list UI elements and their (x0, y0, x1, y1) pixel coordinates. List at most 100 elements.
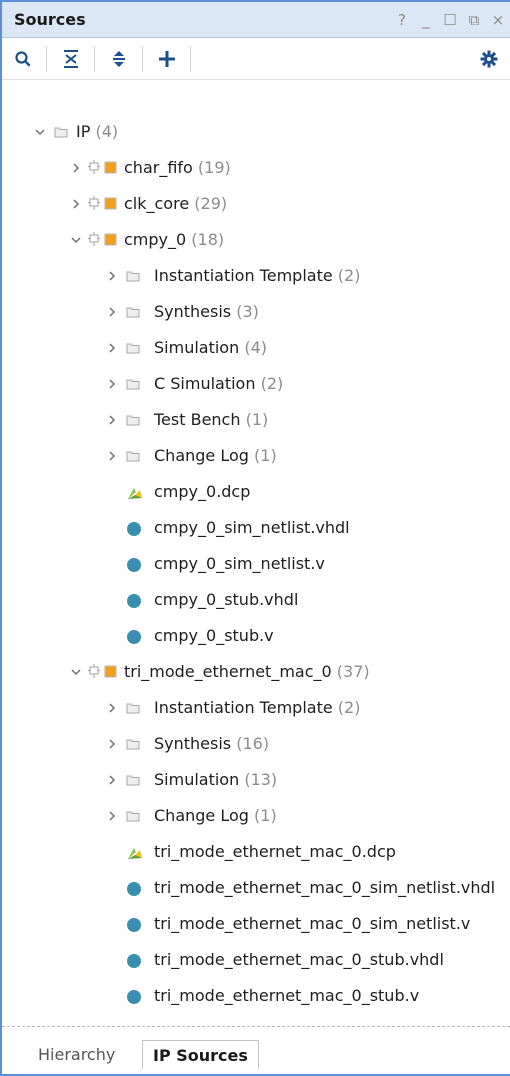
tree-node-count: (2) (260, 374, 284, 393)
folder-icon (126, 775, 140, 786)
chevron-right-icon[interactable] (106, 738, 118, 750)
tree-file-dcp[interactable]: cmpy_0.dcp (2, 474, 510, 510)
chevron-right-icon[interactable] (106, 270, 118, 282)
tree-node-label: Test Bench (154, 410, 241, 429)
toolbar-separator (190, 46, 191, 72)
gear-icon (480, 50, 498, 68)
minimize-button[interactable]: _ (418, 11, 434, 29)
tree-file-hdl[interactable]: tri_mode_ethernet_mac_0_sim_netlist.vhdl (2, 870, 510, 906)
checkpoint-icon (128, 848, 142, 859)
chevron-down-icon[interactable] (70, 234, 82, 246)
hdl-file-icon (127, 882, 141, 896)
toolbar-separator (142, 46, 143, 72)
tree-node-label: tri_mode_ethernet_mac_0.dcp (154, 842, 396, 861)
hdl-file-icon (127, 558, 141, 572)
folder-icon (126, 415, 140, 426)
close-button[interactable]: × (490, 11, 506, 29)
folder-icon (126, 271, 140, 282)
tree-node-clk-core[interactable]: clk_core (29) (2, 186, 510, 222)
chevron-right-icon[interactable] (106, 450, 118, 462)
tree-node-count: (13) (244, 770, 278, 789)
chevron-right-icon[interactable] (106, 810, 118, 822)
tree-node-label: tri_mode_ethernet_mac_0 (124, 662, 332, 681)
tree-file-hdl[interactable]: tri_mode_ethernet_mac_0_sim_netlist.v (2, 906, 510, 942)
tree-node-label: cmpy_0_sim_netlist.v (154, 554, 325, 573)
chevron-down-icon[interactable] (70, 666, 82, 678)
tree-node-label: Instantiation Template (154, 698, 333, 717)
search-button[interactable] (10, 46, 36, 72)
settings-button[interactable] (476, 46, 502, 72)
tree-file-hdl[interactable]: tri_mode_ethernet_mac_0_stub.v (2, 978, 510, 1014)
tree-folder-synthesis[interactable]: Synthesis (16) (2, 726, 510, 762)
chevron-right-icon[interactable] (106, 774, 118, 786)
tree-folder-simulation[interactable]: Simulation (13) (2, 762, 510, 798)
tree-file-dcp[interactable]: tri_mode_ethernet_mac_0.dcp (2, 834, 510, 870)
folder-icon (126, 451, 140, 462)
tree-folder-simulation[interactable]: Simulation (4) (2, 330, 510, 366)
tree-node-label: IP (76, 122, 91, 141)
chevron-right-icon[interactable] (106, 414, 118, 426)
tree-node-count: (1) (245, 410, 269, 429)
chevron-right-icon[interactable] (70, 162, 82, 174)
tree-node-char-fifo[interactable]: char_fifo (19) (2, 150, 510, 186)
tab-hierarchy[interactable]: Hierarchy (28, 1040, 125, 1070)
help-button[interactable]: ? (394, 11, 410, 29)
tree-node-count: (4) (95, 122, 119, 141)
tree-node-count: (1) (254, 446, 277, 465)
add-sources-button[interactable] (154, 46, 180, 72)
tree-folder-change-log[interactable]: Change Log (1) (2, 798, 510, 834)
tree-folder-change-log[interactable]: Change Log (1) (2, 438, 510, 474)
tree-node-label: cmpy_0_sim_netlist.vhdl (154, 518, 350, 537)
float-button[interactable]: ⧉ (466, 11, 482, 29)
tree-folder-synthesis[interactable]: Synthesis (3) (2, 294, 510, 330)
tree-node-ip[interactable]: IP (4) (2, 114, 510, 150)
tree-file-hdl[interactable]: cmpy_0_sim_netlist.vhdl (2, 510, 510, 546)
chevron-down-icon[interactable] (34, 126, 46, 138)
ip-core-icon (88, 232, 117, 246)
tree-file-hdl[interactable]: cmpy_0_stub.vhdl (2, 582, 510, 618)
search-icon (15, 51, 31, 67)
chevron-right-icon[interactable] (106, 378, 118, 390)
tree-node-cmpy-0[interactable]: cmpy_0 (18) (2, 222, 510, 258)
tree-node-tri-mode-ethernet-mac-0[interactable]: tri_mode_ethernet_mac_0 (37) (2, 654, 510, 690)
tree-node-label: tri_mode_ethernet_mac_0_stub.v (154, 986, 420, 1005)
chevron-right-icon[interactable] (106, 702, 118, 714)
checkpoint-icon (128, 488, 142, 499)
chevron-right-icon[interactable] (70, 198, 82, 210)
collapse-all-icon (64, 50, 78, 68)
tree-folder-test-bench[interactable]: Test Bench (1) (2, 402, 510, 438)
tree-node-count: (2) (337, 266, 361, 285)
chevron-right-icon[interactable] (106, 306, 118, 318)
tree-node-count: (19) (197, 158, 231, 177)
tree-node-label: Simulation (154, 770, 240, 789)
chevron-right-icon[interactable] (106, 342, 118, 354)
tree-file-hdl[interactable]: cmpy_0_sim_netlist.v (2, 546, 510, 582)
tree-node-label: cmpy_0 (124, 230, 187, 249)
expand-all-button[interactable] (106, 46, 132, 72)
toolbar-separator (94, 46, 95, 72)
tree-node-count: (18) (191, 230, 225, 249)
tree-node-label: tri_mode_ethernet_mac_0_sim_netlist.v (154, 914, 471, 933)
tree-node-count: (29) (194, 194, 228, 213)
tree-node-label: tri_mode_ethernet_mac_0_sim_netlist.vhdl (154, 878, 496, 897)
tree-node-label: cmpy_0.dcp (154, 482, 251, 501)
tree-node-count: (2) (337, 698, 361, 717)
folder-icon (126, 703, 140, 714)
collapse-all-button[interactable] (58, 46, 84, 72)
tree-file-hdl[interactable]: cmpy_0_stub.v (2, 618, 510, 654)
tree-node-count: (1) (254, 806, 277, 825)
folder-icon (126, 307, 140, 318)
tree-node-label: Change Log (154, 806, 249, 825)
tree-node-label: Simulation (154, 338, 240, 357)
window-controls: ? _ ☐ ⧉ × (394, 11, 506, 29)
tab-ip-sources[interactable]: IP Sources (142, 1040, 259, 1070)
tree-node-label: Change Log (154, 446, 249, 465)
maximize-button[interactable]: ☐ (442, 11, 458, 29)
tree-folder-instantiation-template[interactable]: Instantiation Template (2) (2, 258, 510, 294)
tree-node-label: tri_mode_ethernet_mac_0_stub.vhdl (154, 950, 444, 969)
tree-folder-c-simulation[interactable]: C Simulation (2) (2, 366, 510, 402)
tree-node-count: (4) (244, 338, 267, 357)
tree-folder-instantiation-template[interactable]: Instantiation Template (2) (2, 690, 510, 726)
sources-panel: Sources ? _ ☐ ⧉ × IP (4) char_fifo (19) … (0, 0, 510, 1076)
tree-file-hdl[interactable]: tri_mode_ethernet_mac_0_stub.vhdl (2, 942, 510, 978)
